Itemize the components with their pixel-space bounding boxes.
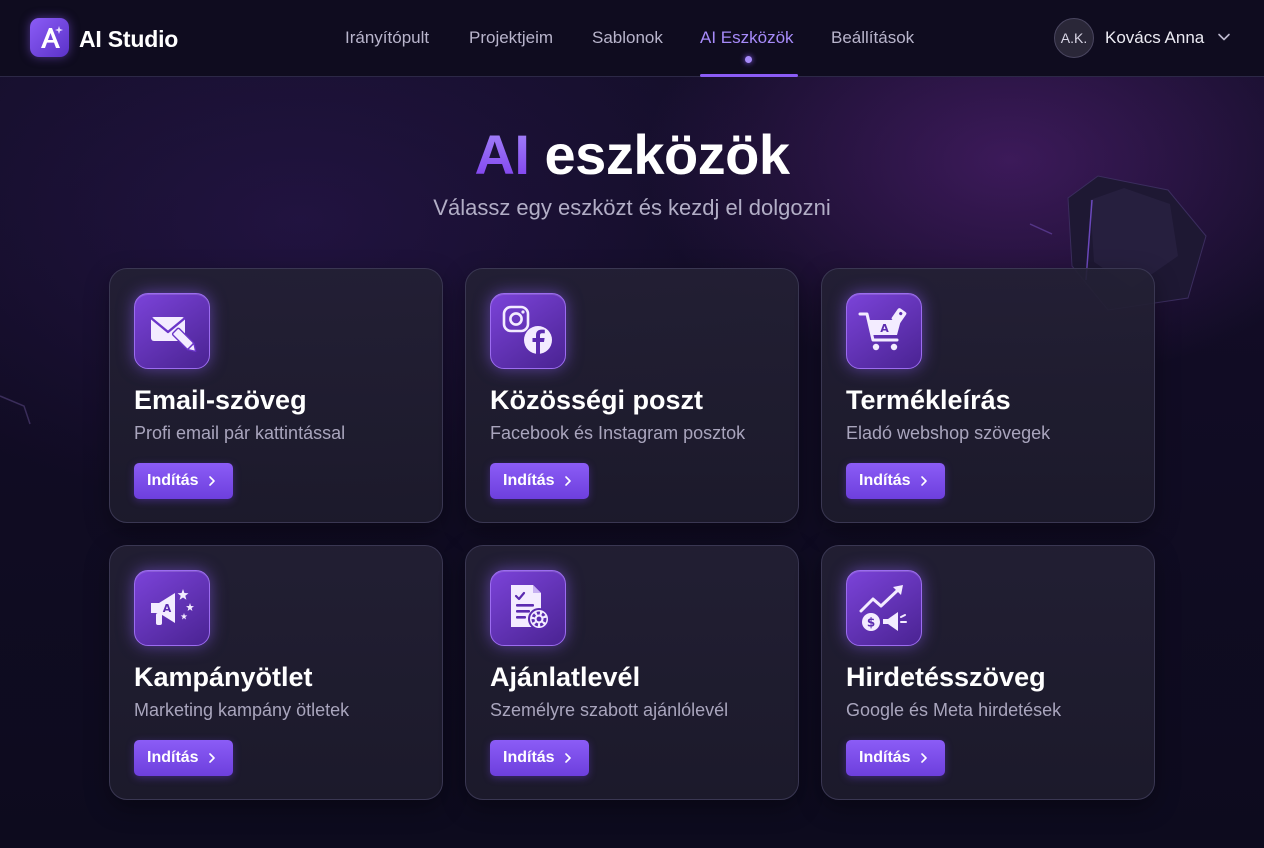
nav-item-projektjeim[interactable]: Projektjeim	[469, 28, 553, 48]
card-title: Közösségi poszt	[490, 385, 704, 415]
start-button-ad-copy[interactable]: Indítás	[846, 740, 945, 776]
chevron-down-icon	[1218, 33, 1230, 41]
start-button-social-post[interactable]: Indítás	[490, 463, 589, 499]
active-nav-dot	[745, 56, 752, 63]
start-button-product-description[interactable]: Indítás	[846, 463, 945, 499]
megaphone-icon: A	[151, 589, 194, 625]
nav-item-beallitasok[interactable]: Beállítások	[831, 28, 914, 48]
chevron-right-icon	[209, 753, 215, 763]
card-title: Ajánlatlevél	[490, 662, 641, 692]
card-description: Marketing kampány ötletek	[134, 700, 350, 720]
tool-card-ad-copy[interactable]: $ Hirdetésszöveg Google és Meta hirdetés…	[821, 545, 1155, 800]
nav-item-iranyitopult[interactable]: Irányítópult	[345, 28, 429, 48]
svg-text:A: A	[880, 322, 889, 335]
card-icon-tile: $	[846, 570, 922, 646]
nav-item-sablonok[interactable]: Sablonok	[592, 28, 663, 48]
start-button-label: Indítás	[147, 472, 199, 489]
social-media-icon	[502, 305, 552, 354]
start-button-email[interactable]: Indítás	[134, 463, 233, 499]
card-description: Facebook és Instagram posztok	[490, 423, 746, 443]
top-navigation-bar: AI Studio Irányítópult Projektjeim Sablo…	[0, 0, 1264, 77]
decorative-line-shape	[0, 395, 31, 425]
page-title-rest: eszközök	[529, 123, 791, 186]
card-title: Email-szöveg	[134, 385, 307, 415]
app-title: AI Studio	[79, 26, 179, 52]
app-logo[interactable]	[30, 18, 69, 57]
card-icon-tile	[134, 293, 210, 369]
start-button-label: Indítás	[859, 749, 911, 766]
card-description: Profi email pár kattintással	[134, 423, 346, 443]
start-button-label: Indítás	[503, 472, 555, 489]
active-nav-underline	[700, 74, 798, 77]
svg-text:A: A	[163, 602, 172, 615]
chevron-right-icon	[565, 753, 571, 763]
chevron-right-icon	[921, 476, 927, 486]
start-button-offer-letter[interactable]: Indítás	[490, 740, 589, 776]
card-description: Eladó webshop szövegek	[846, 423, 1051, 443]
start-button-label: Indítás	[859, 472, 911, 489]
page-subtitle: Válassz egy eszközt és kezdj el dolgozni	[433, 195, 831, 220]
chevron-right-icon	[921, 753, 927, 763]
card-title: Hirdetésszöveg	[846, 662, 1046, 692]
chevron-right-icon	[209, 476, 215, 486]
nav-item-ai-eszkozok[interactable]: AI Eszközök	[700, 28, 794, 48]
tool-card-campaign-idea[interactable]: A Kampányötlet Marketing kampány ötletek…	[109, 545, 443, 800]
email-pen-icon	[150, 317, 197, 353]
tool-card-email[interactable]: Email-szöveg Profi email pár kattintássa…	[109, 268, 443, 523]
tool-card-offer-letter[interactable]: Ajánlatlevél Személyre szabott ajánlólev…	[465, 545, 799, 800]
card-icon-tile	[490, 570, 566, 646]
card-description: Google és Meta hirdetések	[846, 700, 1062, 720]
card-description: Személyre szabott ajánlólevél	[490, 700, 729, 720]
user-name: Kovács Anna	[1105, 28, 1205, 47]
card-title: Kampányötlet	[134, 662, 313, 692]
svg-text:$: $	[867, 616, 875, 630]
growth-megaphone-icon: $	[859, 585, 907, 631]
page-title: AI eszközök	[0, 122, 1264, 187]
shopping-cart-icon: A	[858, 308, 907, 351]
document-gear-icon	[511, 585, 550, 630]
card-title: Termékleírás	[846, 385, 1011, 415]
avatar: A.K.	[1054, 18, 1094, 58]
chevron-right-icon	[565, 476, 571, 486]
card-icon-tile	[490, 293, 566, 369]
tool-card-social-post[interactable]: Közösségi poszt Facebook és Instagram po…	[465, 268, 799, 523]
card-icon-tile: A	[846, 293, 922, 369]
start-button-label: Indítás	[503, 749, 555, 766]
start-button-campaign-idea[interactable]: Indítás	[134, 740, 233, 776]
ai-logo-icon	[40, 25, 63, 48]
start-button-label: Indítás	[147, 749, 199, 766]
page-title-accent: AI	[474, 123, 530, 186]
card-icon-tile: A	[134, 570, 210, 646]
tool-card-product-description[interactable]: A Termékleírás Eladó webshop szövegek In…	[821, 268, 1155, 523]
